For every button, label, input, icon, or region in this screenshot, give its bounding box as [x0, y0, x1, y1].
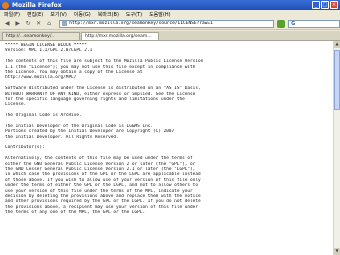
license-text-line: the terms of any one of the MPL, the GPL… — [5, 210, 146, 216]
tab-bar: http://...seamonkey/.. http://mxr.mozill… — [0, 31, 340, 41]
go-button[interactable] — [276, 19, 286, 28]
back-icon[interactable]: ◀ — [3, 19, 11, 28]
menu-bookmarks[interactable]: 북마크(B) — [98, 11, 119, 18]
title-bar: Mozilla Firefox _ □ × — [0, 0, 340, 10]
menu-file[interactable]: 파일(F) — [4, 11, 20, 18]
window-controls: _ □ × — [312, 1, 338, 9]
close-button[interactable]: × — [330, 1, 338, 9]
menu-view[interactable]: 보기(V) — [50, 11, 67, 18]
url-text[interactable]: http://mxr.mozilla.org/seamonkey/source/… — [69, 21, 213, 26]
url-bar[interactable]: http://mxr.mozilla.org/seamonkey/source/… — [59, 19, 274, 28]
menu-bar: 파일(F) 편집(E) 보기(V) 이동(G) 북마크(B) 도구(T) 도움말… — [0, 10, 340, 18]
scroll-thumb[interactable] — [334, 50, 340, 110]
minimize-button[interactable]: _ — [312, 1, 320, 9]
menu-edit[interactable]: 편집(E) — [27, 11, 43, 18]
tab-1[interactable]: http://...seamonkey/.. — [2, 32, 80, 40]
menu-help[interactable]: 도움말(H) — [149, 11, 170, 18]
maximize-button[interactable]: □ — [321, 1, 329, 9]
search-input[interactable]: G — [288, 19, 340, 28]
reload-icon[interactable]: ↻ — [24, 19, 32, 28]
stop-icon[interactable]: ✕ — [34, 19, 42, 28]
navigation-toolbar: ◀ ▶ ↻ ✕ ⌂ http://mxr.mozilla.org/seamonk… — [0, 18, 340, 30]
page-content: ***** BEGIN LICENSE BLOCK ***** Version: … — [0, 41, 333, 255]
menu-go[interactable]: 이동(G) — [74, 11, 91, 18]
forward-icon[interactable]: ▶ — [13, 19, 21, 28]
home-icon[interactable]: ⌂ — [45, 19, 53, 28]
vertical-scrollbar[interactable]: ▲ ▼ — [333, 41, 340, 255]
scroll-up-icon[interactable]: ▲ — [334, 41, 340, 48]
page-favicon-icon — [62, 21, 68, 26]
menu-tools[interactable]: 도구(T) — [126, 11, 142, 18]
tab-2-active[interactable]: http://mxr.mozilla.org/seam... — [81, 32, 159, 40]
google-search-icon: G — [291, 20, 296, 27]
firefox-icon — [2, 1, 9, 9]
window-title: Mozilla Firefox — [12, 1, 62, 9]
scroll-down-icon[interactable]: ▼ — [334, 248, 340, 255]
